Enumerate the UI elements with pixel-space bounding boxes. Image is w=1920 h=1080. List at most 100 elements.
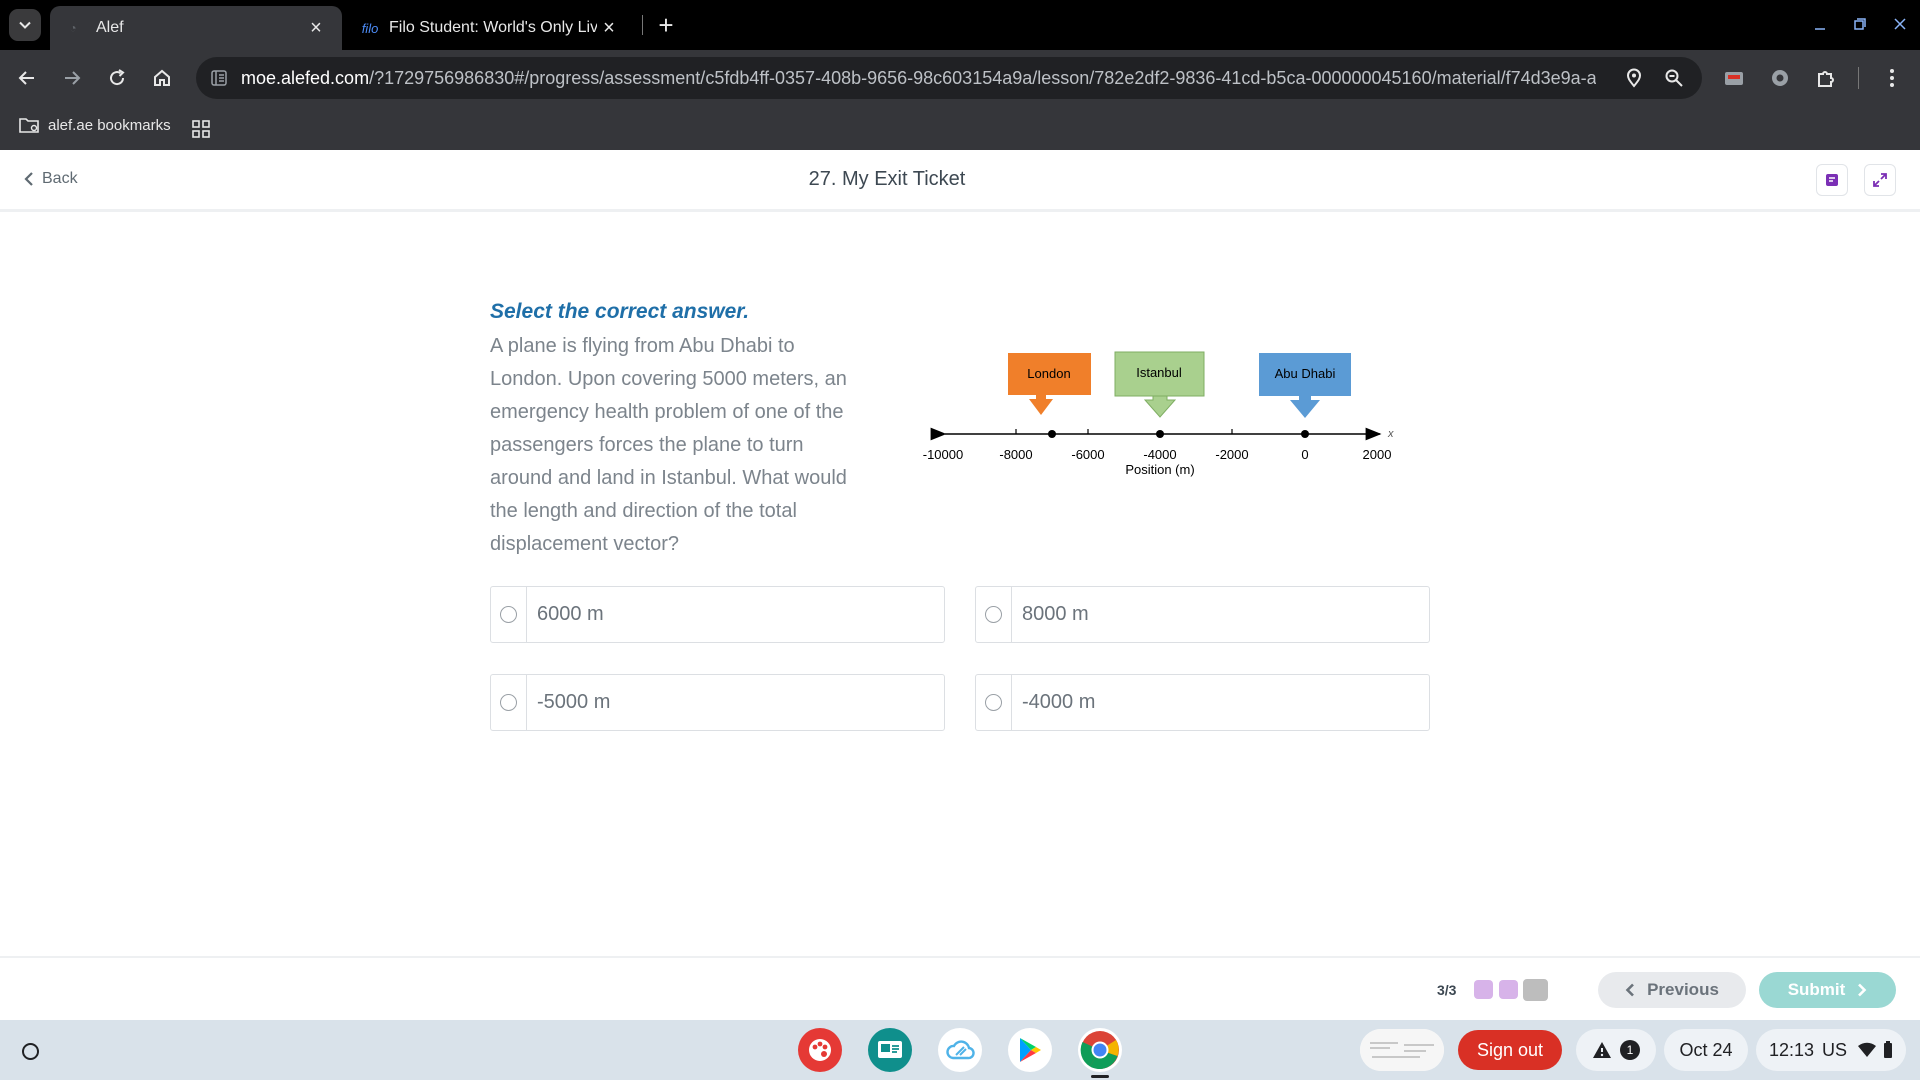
answer-option-a[interactable]: 6000 m — [490, 586, 945, 643]
launcher-icon — [21, 1042, 39, 1060]
home-button[interactable] — [144, 60, 180, 96]
chevron-left-icon — [1625, 983, 1635, 997]
url-text[interactable]: moe.alefed.com/?1729756986830#/progress/… — [241, 68, 1596, 89]
submit-label: Submit — [1787, 980, 1846, 999]
tab-alef[interactable]: ◔ Alef × — [50, 6, 342, 50]
tick-label: -6000 — [1071, 447, 1104, 462]
close-icon — [1894, 18, 1906, 30]
holding-space-thumbnail[interactable] — [1360, 1029, 1444, 1071]
position-number-line-diagram: x -10000 -8000 -6000 -4000 -2000 0 2000 … — [923, 351, 1394, 477]
shelf-app-cloud[interactable] — [938, 1028, 982, 1072]
radio-button[interactable] — [985, 694, 1002, 711]
tick-label: -10000 — [923, 447, 963, 462]
point-abu-dhabi — [1301, 430, 1309, 438]
option-label: 6000 m — [537, 603, 604, 625]
answer-option-c[interactable]: -5000 m — [490, 674, 945, 731]
launcher-button[interactable] — [14, 1035, 46, 1067]
reload-button[interactable] — [99, 60, 135, 96]
url-host: moe.alefed.com — [241, 68, 370, 88]
marker-label: Istanbul — [1136, 365, 1182, 380]
site-info-icon[interactable] — [208, 67, 230, 89]
new-tab-button[interactable]: + — [650, 9, 682, 41]
lesson-header: Back 27. My Exit Ticket — [0, 150, 1920, 212]
tab-title: Alef — [96, 19, 124, 36]
bookmark-label: alef.ae bookmarks — [48, 116, 171, 134]
radio-cell[interactable] — [491, 587, 527, 642]
locale-text: US — [1822, 1039, 1848, 1060]
apps-shortcut[interactable] — [190, 118, 212, 140]
progress-dot-3[interactable] — [1523, 979, 1548, 1001]
chrome-icon — [1080, 1031, 1119, 1070]
radio-button[interactable] — [500, 606, 517, 623]
answer-option-d[interactable]: -4000 m — [975, 674, 1430, 731]
radio-cell[interactable] — [976, 675, 1012, 730]
option-label: -5000 m — [537, 691, 611, 713]
arrow-left-icon — [18, 71, 34, 85]
answer-option-b[interactable]: 8000 m — [975, 586, 1430, 643]
date-text: Oct 24 — [1679, 1039, 1733, 1060]
shelf-app-paint[interactable] — [798, 1028, 842, 1072]
progress-count: 3/3 — [1437, 982, 1457, 998]
palette-icon — [809, 1039, 831, 1061]
running-indicator — [1091, 1075, 1109, 1078]
address-bar[interactable]: moe.alefed.com/?1729756986830#/progress/… — [196, 57, 1702, 99]
progress-dot-1[interactable] — [1474, 980, 1493, 999]
glossary-button[interactable] — [1816, 164, 1848, 196]
time-text: 12:13 — [1768, 1039, 1815, 1060]
tab-search-button[interactable] — [9, 9, 41, 41]
close-tab-icon[interactable]: × — [304, 16, 328, 40]
classroom-icon — [878, 1041, 902, 1058]
previous-button[interactable]: Previous — [1598, 972, 1746, 1008]
extension-app-icon — [1725, 72, 1743, 85]
zoom-icon[interactable] — [1662, 66, 1686, 90]
restore-icon — [1854, 18, 1866, 30]
tick-label: 2000 — [1363, 447, 1392, 462]
bookmarks-bar: alef.ae bookmarks — [0, 106, 1920, 150]
tab-filo[interactable]: filo Filo Student: World's Only Live I × — [345, 6, 635, 50]
radio-button[interactable] — [500, 694, 517, 711]
profile-extension-button[interactable] — [1762, 60, 1798, 96]
tab-divider — [642, 15, 643, 35]
axis-variable-label: x — [1387, 428, 1394, 440]
bookmark-folder-alef[interactable]: alef.ae bookmarks — [18, 116, 171, 134]
notification-count: 1 — [1620, 1040, 1640, 1060]
shelf-app-chrome[interactable] — [1078, 1028, 1122, 1072]
minimize-window-button[interactable] — [1806, 10, 1834, 38]
chevron-down-icon — [19, 21, 31, 29]
grid-icon — [192, 120, 210, 138]
folder-icon — [19, 118, 39, 133]
shelf-app-play-store[interactable] — [1008, 1028, 1052, 1072]
status-tray[interactable]: 12:13 US — [1756, 1029, 1906, 1071]
tab-title: Filo Student: World's Only Live I — [389, 19, 597, 36]
lesson-footer: 3/3 Previous Submit — [0, 956, 1920, 1020]
browser-menu-button[interactable] — [1874, 60, 1910, 96]
close-window-button[interactable] — [1886, 10, 1914, 38]
tick-label: -4000 — [1143, 447, 1176, 462]
point-istanbul — [1156, 430, 1164, 438]
warning-icon — [1593, 1042, 1611, 1058]
notification-tray[interactable]: 1 — [1576, 1029, 1656, 1071]
page-title: 27. My Exit Ticket — [808, 168, 966, 190]
radio-button[interactable] — [985, 606, 1002, 623]
extensions-button[interactable] — [1808, 60, 1844, 96]
browser-toolbar: moe.alefed.com/?1729756986830#/progress/… — [0, 50, 1920, 106]
marker-istanbul: Istanbul — [1114, 351, 1205, 418]
tick-labels-group: -10000 -8000 -6000 -4000 -2000 0 2000 — [923, 447, 1392, 462]
back-nav-button[interactable] — [9, 60, 45, 96]
alef-favicon-icon: ◔ — [69, 21, 77, 35]
sign-out-button[interactable]: Sign out — [1458, 1030, 1562, 1070]
submit-button[interactable]: Submit — [1759, 972, 1896, 1008]
radio-cell[interactable] — [976, 587, 1012, 642]
restore-window-button[interactable] — [1846, 10, 1874, 38]
forward-nav-button[interactable] — [54, 60, 90, 96]
radio-cell[interactable] — [491, 675, 527, 730]
progress-dot-2[interactable] — [1499, 980, 1518, 999]
fullscreen-button[interactable] — [1864, 164, 1896, 196]
close-tab-icon[interactable]: × — [597, 16, 621, 40]
location-pin-icon[interactable] — [1622, 66, 1646, 90]
cast-extension-button[interactable] — [1716, 60, 1752, 96]
toolbar-divider — [1858, 67, 1859, 89]
date-tray[interactable]: Oct 24 — [1664, 1029, 1748, 1071]
home-icon — [154, 69, 170, 86]
shelf-app-classroom[interactable] — [868, 1028, 912, 1072]
